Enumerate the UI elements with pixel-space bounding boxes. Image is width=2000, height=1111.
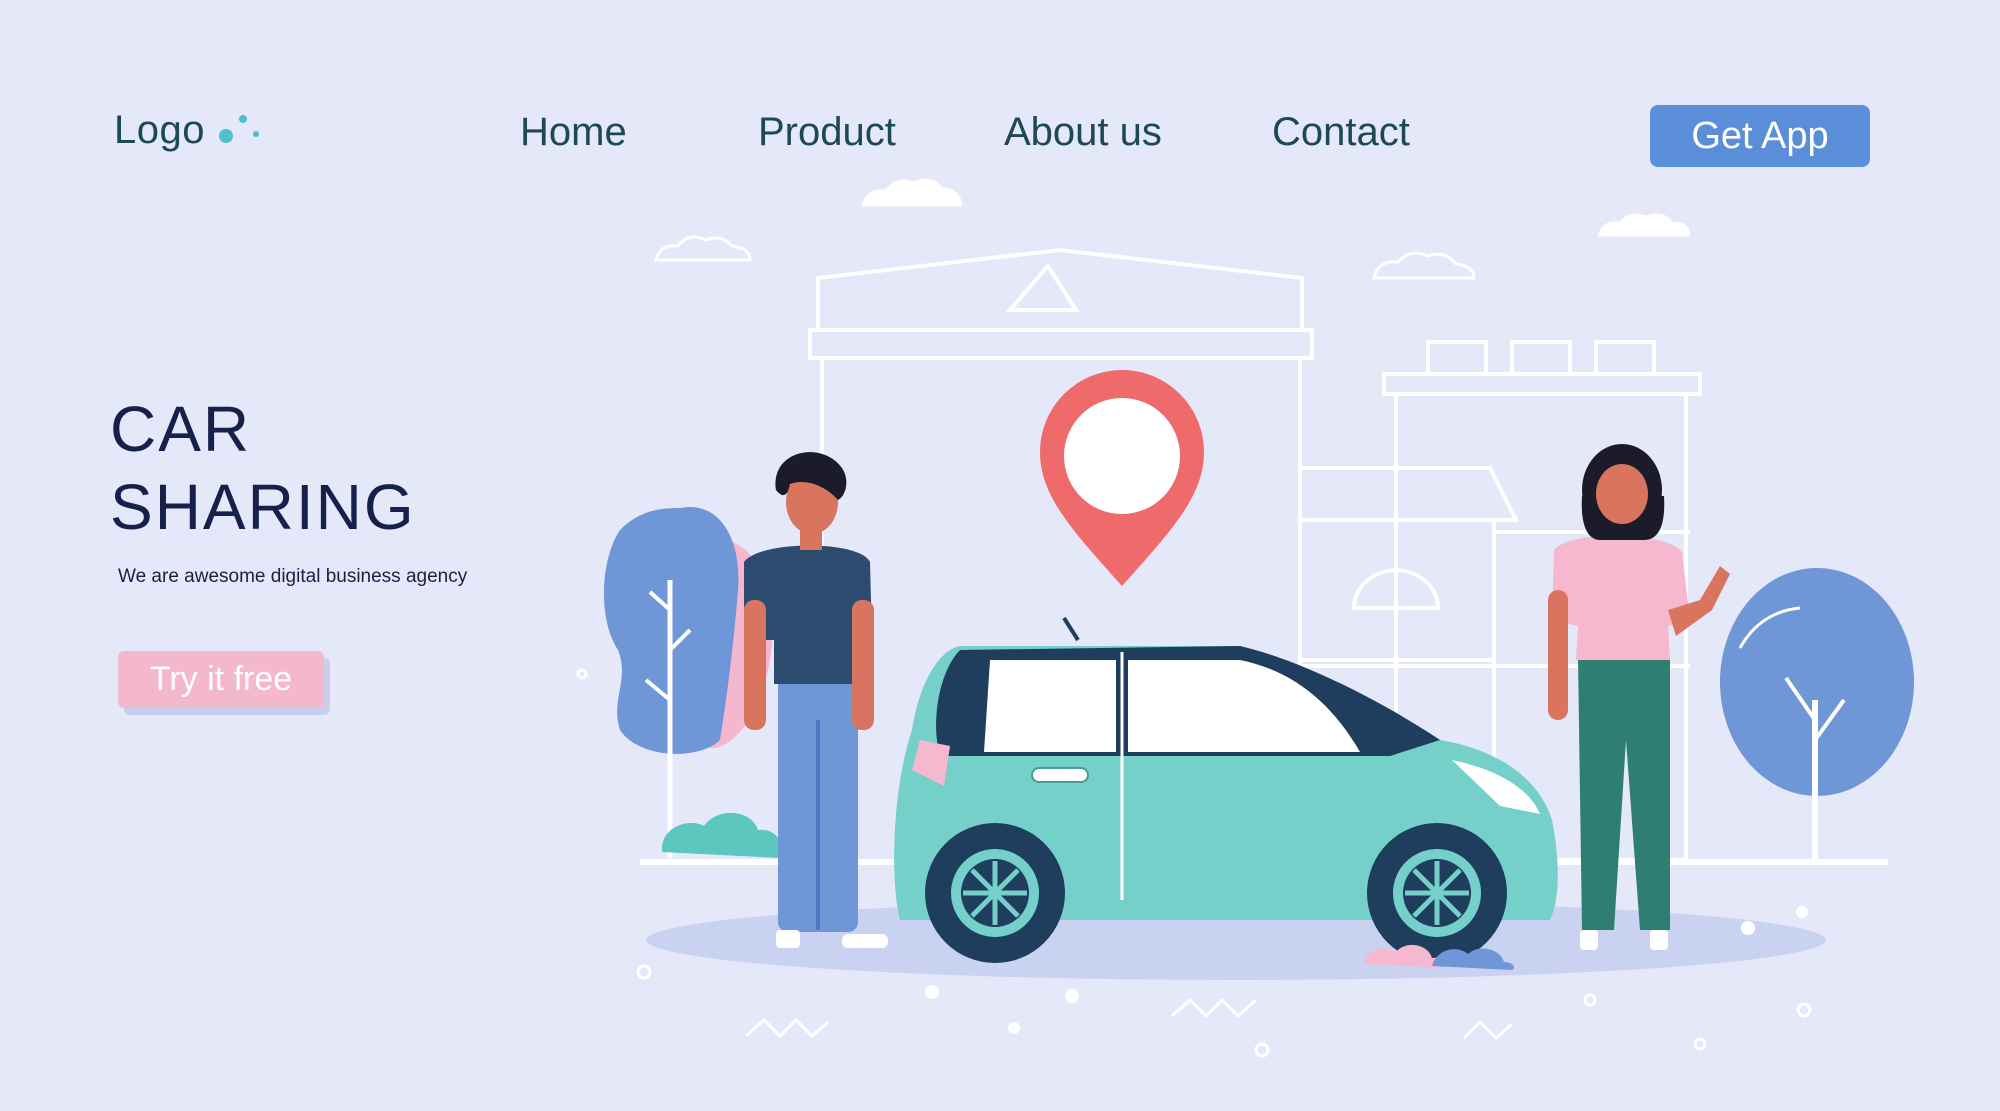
car-illustration [894,616,1558,963]
hero-title: CAR SHARING [110,390,416,546]
logo[interactable]: Logo [114,108,263,153]
logo-text: Logo [114,108,205,152]
nav-home[interactable]: Home [520,110,627,155]
nav-contact[interactable]: Contact [1272,110,1410,155]
location-pin-icon [1040,370,1204,586]
hero-title-line2: SHARING [110,471,416,543]
nav-product[interactable]: Product [758,110,896,155]
tree-icon [1720,568,1914,860]
hero-title-line1: CAR [110,393,252,465]
logo-dots-icon [218,113,263,149]
hero-subtitle: We are awesome digital business agency [118,566,468,587]
try-free-button[interactable]: Try it free [118,651,324,708]
woman-illustration [1548,444,1730,950]
cloud-outline-icon [654,235,1476,280]
cloud-icon [861,178,1691,237]
man-illustration [744,452,888,948]
get-app-button[interactable]: Get App [1650,105,1870,167]
nav-about-us[interactable]: About us [1004,110,1162,155]
